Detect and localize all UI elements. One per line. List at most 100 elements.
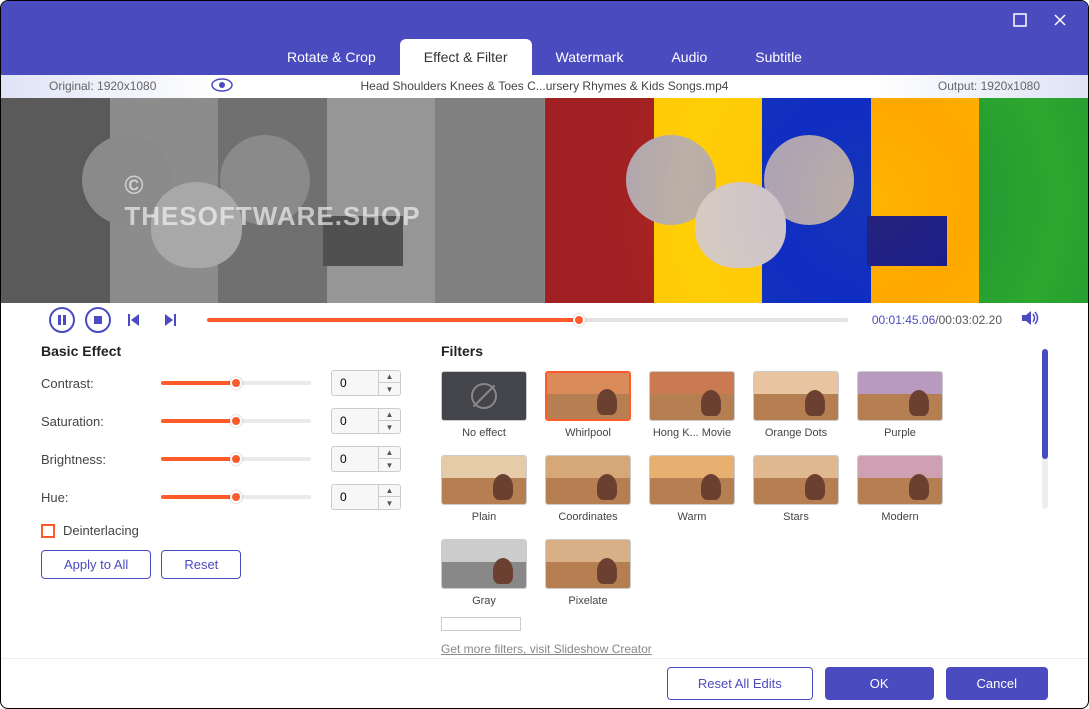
tab-watermark[interactable]: Watermark [532, 39, 648, 75]
filter-orange-dots[interactable]: Orange Dots [753, 371, 839, 439]
effect-label: Hue: [41, 490, 161, 505]
close-button[interactable] [1044, 4, 1076, 36]
filters-title: Filters [441, 343, 1030, 359]
minimize-button[interactable] [1004, 4, 1036, 36]
spinner-down[interactable]: ▼ [379, 383, 400, 395]
tab-subtitle[interactable]: Subtitle [731, 39, 826, 75]
effect-value-input[interactable] [332, 490, 378, 504]
filter-thumbnail [753, 455, 839, 505]
spinner-up[interactable]: ▲ [379, 485, 400, 497]
minimize-icon [1013, 13, 1027, 27]
progress-fill [207, 318, 579, 322]
deinterlacing-label: Deinterlacing [63, 523, 139, 538]
pause-button[interactable] [49, 307, 75, 333]
more-filters-row: Get more filters, visit Slideshow Creato… [441, 617, 1030, 658]
slider-thumb[interactable] [230, 491, 242, 503]
effect-row-saturation: Saturation: ▲ ▼ [41, 409, 421, 433]
effect-value-input[interactable] [332, 414, 378, 428]
filter-label: Stars [753, 511, 839, 523]
preview-original: © THESOFTWARE.SHOP [1, 98, 545, 303]
time-display: 00:01:45.06/00:03:02.20 [872, 313, 1002, 327]
filter-whirlpool[interactable]: Whirlpool [545, 371, 631, 439]
current-time: 00:01:45.06 [872, 313, 935, 327]
filter-gray[interactable]: Gray [441, 539, 527, 607]
filter-thumbnail [441, 371, 527, 421]
deinterlacing-row[interactable]: Deinterlacing [41, 523, 421, 538]
filter-modern[interactable]: Modern [857, 455, 943, 523]
spinner-down[interactable]: ▼ [379, 497, 400, 509]
preview-toggle-icon[interactable] [211, 78, 233, 95]
effect-row-brightness: Brightness: ▲ ▼ [41, 447, 421, 471]
filter-label: Modern [857, 511, 943, 523]
filter-label: No effect [441, 427, 527, 439]
cancel-button[interactable]: Cancel [946, 667, 1048, 700]
filter-label: Orange Dots [753, 427, 839, 439]
tab-audio[interactable]: Audio [647, 39, 731, 75]
effect-spinner[interactable]: ▲ ▼ [331, 446, 401, 472]
filter-coordinates[interactable]: Coordinates [545, 455, 631, 523]
preview-output [545, 98, 1088, 303]
spinner-up[interactable]: ▲ [379, 409, 400, 421]
info-bar: Original: 1920x1080 Head Shoulders Knees… [1, 75, 1088, 99]
effect-value-input[interactable] [332, 376, 378, 390]
filter-label: Warm [649, 511, 735, 523]
filter-hong-k-movie[interactable]: Hong K... Movie [649, 371, 735, 439]
effect-slider[interactable] [161, 457, 311, 461]
spinner-down[interactable]: ▼ [379, 459, 400, 471]
filter-label: Plain [441, 511, 527, 523]
progress-thumb[interactable] [573, 314, 585, 326]
prev-frame-button[interactable] [121, 307, 147, 333]
reset-button[interactable]: Reset [161, 550, 241, 579]
deinterlacing-checkbox[interactable] [41, 524, 55, 538]
spinner-up[interactable]: ▲ [379, 447, 400, 459]
effect-slider[interactable] [161, 495, 311, 499]
filter-stars[interactable]: Stars [753, 455, 839, 523]
total-time: /00:03:02.20 [935, 313, 1002, 327]
tabs: Rotate & CropEffect & FilterWatermarkAud… [1, 39, 1088, 75]
titlebar [1, 1, 1088, 39]
filter-pixelate[interactable]: Pixelate [545, 539, 631, 607]
filter-purple[interactable]: Purple [857, 371, 943, 439]
filters-scrollbar[interactable] [1042, 349, 1048, 509]
pause-icon [57, 315, 67, 325]
filter-thumbnail [441, 455, 527, 505]
slider-thumb[interactable] [230, 415, 242, 427]
filter-label: Hong K... Movie [649, 427, 735, 439]
next-icon [164, 314, 176, 326]
scrollbar-thumb[interactable] [1042, 349, 1048, 459]
next-frame-button[interactable] [157, 307, 183, 333]
filter-label: Pixelate [545, 595, 631, 607]
effect-row-hue: Hue: ▲ ▼ [41, 485, 421, 509]
filter-plain[interactable]: Plain [441, 455, 527, 523]
slider-thumb[interactable] [230, 453, 242, 465]
link-box [441, 617, 521, 631]
effect-label: Contrast: [41, 376, 161, 391]
editor-window: Rotate & CropEffect & FilterWatermarkAud… [0, 0, 1089, 709]
reset-all-edits-button[interactable]: Reset All Edits [667, 667, 813, 700]
more-filters-link[interactable]: Get more filters, visit Slideshow Creato… [441, 642, 652, 656]
tab-rotate-crop[interactable]: Rotate & Crop [263, 39, 400, 75]
stop-button[interactable] [85, 307, 111, 333]
effect-slider[interactable] [161, 419, 311, 423]
effect-spinner[interactable]: ▲ ▼ [331, 408, 401, 434]
filter-no-effect[interactable]: No effect [441, 371, 527, 439]
filter-warm[interactable]: Warm [649, 455, 735, 523]
filter-thumbnail [857, 371, 943, 421]
apply-to-all-button[interactable]: Apply to All [41, 550, 151, 579]
filter-thumbnail [857, 455, 943, 505]
filter-thumbnail [545, 371, 631, 421]
slider-thumb[interactable] [230, 377, 242, 389]
tab-effect-filter[interactable]: Effect & Filter [400, 39, 532, 75]
effect-value-input[interactable] [332, 452, 378, 466]
effect-spinner[interactable]: ▲ ▼ [331, 370, 401, 396]
spinner-down[interactable]: ▼ [379, 421, 400, 433]
effect-spinner[interactable]: ▲ ▼ [331, 484, 401, 510]
filters-panel: Filters No effect Whirlpool Hong K... Movi… [441, 343, 1048, 658]
effect-slider[interactable] [161, 381, 311, 385]
ok-button[interactable]: OK [825, 667, 934, 700]
filter-thumbnail [649, 371, 735, 421]
volume-button[interactable] [1022, 310, 1040, 331]
spinner-up[interactable]: ▲ [379, 371, 400, 383]
progress-bar[interactable] [207, 318, 848, 322]
filter-thumbnail [545, 455, 631, 505]
